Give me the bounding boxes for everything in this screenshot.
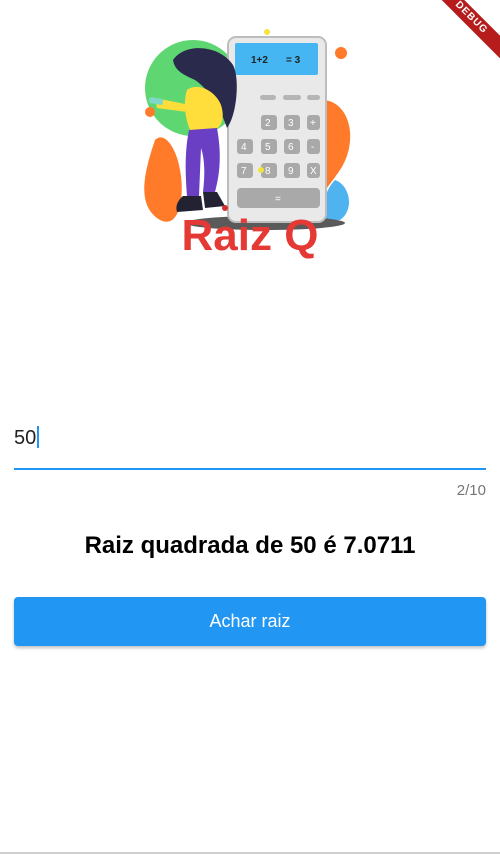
display-result: = 3: [286, 55, 301, 66]
number-input-value: 50: [14, 427, 37, 449]
key-label: +: [310, 118, 316, 129]
key-label: 2: [265, 118, 271, 129]
key-label: X: [310, 166, 317, 177]
key-label: 8: [265, 166, 271, 177]
key-label: 3: [288, 118, 294, 129]
debug-banner: DEBUG: [426, 0, 500, 63]
key-label: 4: [241, 142, 247, 153]
display-expression: 1+2: [251, 55, 268, 66]
key-label: 6: [288, 142, 294, 153]
number-input-text[interactable]: 50: [14, 425, 40, 451]
character-counter: 2/10: [456, 482, 486, 499]
app-title: Raiz Q: [181, 211, 319, 260]
app-screen: DEBUG 1+2 = 3 2 3 + 4 5 6 - 7 8 9 X = Ra…: [0, 0, 500, 854]
key-label: -: [311, 142, 314, 153]
result-text: Raiz quadrada de 50 é 7.0711: [84, 532, 416, 559]
key-label: =: [275, 194, 281, 205]
find-root-button[interactable]: Achar raiz: [14, 597, 486, 646]
input-underline: [14, 468, 486, 470]
key-label: 7: [241, 166, 247, 177]
key-label: 9: [288, 166, 294, 177]
key-label: 5: [265, 142, 271, 153]
number-input[interactable]: 50: [14, 415, 486, 471]
text-cursor: [37, 426, 40, 448]
